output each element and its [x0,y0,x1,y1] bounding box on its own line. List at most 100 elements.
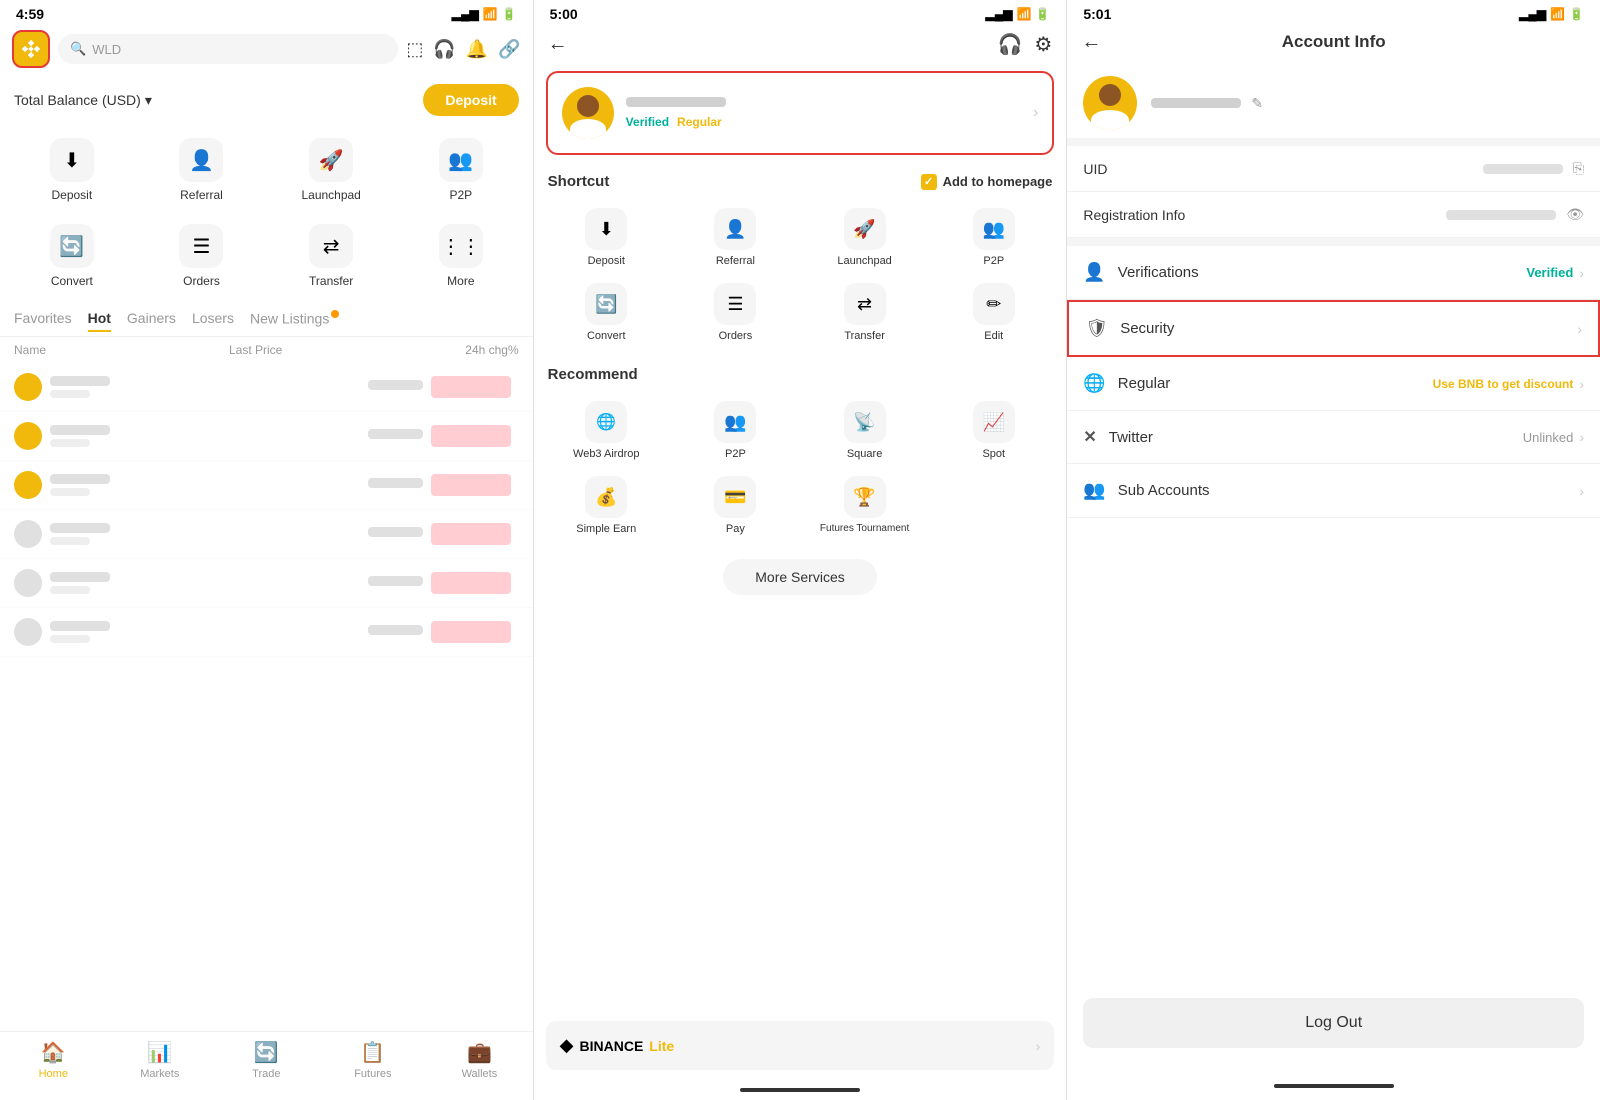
logout-button[interactable]: Log Out [1083,998,1584,1048]
rec-pay[interactable]: 💳 Pay [671,468,800,543]
coin-price-col [368,478,423,492]
nav-futures-label: Futures [354,1068,391,1080]
shortcut-p2p[interactable]: 👥 P2P [929,200,1058,275]
coin-sub-blur [50,635,90,643]
coin-icon [14,373,42,401]
orders-icon: ☰ [179,224,223,268]
bottom-nav: 🏠 Home 📊 Markets 🔄 Trade 📋 Futures 💼 Wal… [0,1031,533,1100]
tab-hot[interactable]: Hot [88,310,111,332]
security-row[interactable]: 🛡 Security › [1067,300,1600,357]
wifi-icon: 📶 [1550,7,1565,21]
profile-icon[interactable]: 🔗 [498,39,520,60]
nav-trade[interactable]: 🔄 Trade [213,1040,320,1080]
tab-favorites[interactable]: Favorites [14,310,72,332]
settings-icon[interactable]: ⚙ [1034,32,1052,57]
action-launchpad[interactable]: 🚀 Launchpad [267,128,395,212]
p2p-rec-label: P2P [725,448,746,460]
shortcut-transfer[interactable]: ⇄ Transfer [800,275,929,350]
coin-price-blur [368,625,423,635]
table-row[interactable] [0,461,533,510]
profile-badges: Verified Regular [626,115,1021,129]
action-deposit[interactable]: ⬇ Deposit [8,128,136,212]
shortcut-edit[interactable]: ✏ Edit [929,275,1058,350]
copy-icon[interactable]: ⎘ [1573,160,1584,177]
uid-value-area: ⎘ [1483,160,1584,177]
binance-brand: ◆ BINANCE Lite [560,1035,675,1056]
bell-icon[interactable]: 🔔 [466,39,488,60]
shortcut-convert[interactable]: 🔄 Convert [542,275,671,350]
regular-badge: Regular [677,115,722,129]
add-to-homepage-toggle[interactable]: ✓ Add to homepage [921,174,1053,190]
futures-tournament-label: Futures Tournament [820,523,909,534]
more-services-button[interactable]: More Services [723,559,876,595]
coin-price-col [368,625,423,639]
table-row[interactable] [0,559,533,608]
shortcut-deposit[interactable]: ⬇ Deposit [542,200,671,275]
referral-label: Referral [180,188,223,202]
tab-new-listings[interactable]: New Listings [250,310,339,332]
p2p-label: P2P [449,188,472,202]
action-referral[interactable]: 👤 Referral [138,128,266,212]
status-bar-3: 5:01 ▂▄▆ 📶 🔋 [1067,0,1600,24]
tab-losers[interactable]: Losers [192,310,234,332]
coin-icon [14,520,42,548]
support-icon[interactable]: 🎧 [998,32,1023,57]
deposit-icon: ⬇ [50,138,94,182]
rec-futures-tournament[interactable]: 🏆 Futures Tournament [800,468,929,543]
binance-lite-bar[interactable]: ◆ BINANCE Lite › [546,1021,1055,1070]
table-row[interactable] [0,363,533,412]
market-tabs: Favorites Hot Gainers Losers New Listing… [0,302,533,337]
verifications-row[interactable]: 👤 Verifications Verified › [1067,246,1600,300]
action-orders[interactable]: ☰ Orders [138,214,266,298]
trade-icon: 🔄 [254,1040,279,1065]
profile-card[interactable]: Verified Regular › [546,71,1055,155]
reg-info-label: Registration Info [1083,207,1185,223]
tab-gainers[interactable]: Gainers [127,310,176,332]
p2p-icon: 👥 [439,138,483,182]
rec-p2p[interactable]: 👥 P2P [671,393,800,468]
shortcut-orders[interactable]: ☰ Orders [671,275,800,350]
shortcut-launchpad[interactable]: 🚀 Launchpad [800,200,929,275]
regular-row[interactable]: 🌐 Regular Use BNB to get discount › [1067,357,1600,411]
action-p2p[interactable]: 👥 P2P [397,128,525,212]
twitter-row[interactable]: ✕ Twitter Unlinked › [1067,411,1600,464]
rec-spot[interactable]: 📈 Spot [929,393,1058,468]
eye-icon[interactable]: 👁 [1566,206,1584,223]
back-arrow-icon[interactable]: ← [1081,31,1101,54]
deposit-button[interactable]: Deposit [423,84,518,116]
binance-logo[interactable] [12,30,50,68]
table-row[interactable] [0,412,533,461]
nav-wallets[interactable]: 💼 Wallets [426,1040,533,1080]
back-arrow-icon[interactable]: ← [548,33,568,56]
change-bar [431,425,511,447]
coin-price-col [368,527,423,541]
nav-markets[interactable]: 📊 Markets [107,1040,214,1080]
action-convert[interactable]: 🔄 Convert [8,214,136,298]
coin-price-blur [368,576,423,586]
nav-futures[interactable]: 📋 Futures [320,1040,427,1080]
rec-square[interactable]: 📡 Square [800,393,929,468]
nav-home[interactable]: 🏠 Home [0,1040,107,1080]
action-more[interactable]: ⋮⋮ More [397,214,525,298]
profile-info: Verified Regular [626,97,1021,129]
chevron-down-icon[interactable]: ▾ [145,92,152,109]
table-row[interactable] [0,510,533,559]
p3-header: ← Account Info [1067,24,1600,60]
rec-simple-earn[interactable]: 💰 Simple Earn [542,468,671,543]
search-bar[interactable]: 🔍 WLD [58,34,398,64]
status-icons-1: ▂▄▆ 📶 🔋 [452,7,517,21]
header-right-icons: 🎧 ⚙ [998,32,1053,57]
square-icon: 📡 [844,401,886,443]
shortcut-referral[interactable]: 👤 Referral [671,200,800,275]
action-transfer[interactable]: ⇄ Transfer [267,214,395,298]
table-row[interactable] [0,608,533,657]
sub-accounts-row[interactable]: 👥 Sub Accounts › [1067,464,1600,518]
edit-icon[interactable]: ✎ [1251,95,1263,112]
binance-lite-text: Lite [649,1038,674,1054]
change-bar [431,376,511,398]
deposit-label: Deposit [588,255,625,267]
account-info-content: ✎ UID ⎘ Registration Info 👁 👤 Veri [1067,60,1600,1100]
rec-web3-airdrop[interactable]: 🌐 Web3 Airdrop [542,393,671,468]
support-icon[interactable]: 🎧 [433,39,455,60]
scan-icon[interactable]: ⬚ [406,39,423,60]
